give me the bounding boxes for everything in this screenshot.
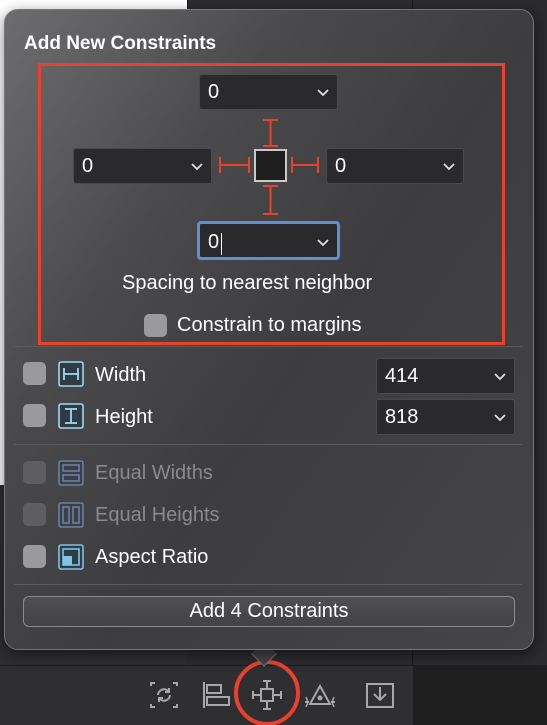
equal-heights-icon bbox=[58, 502, 84, 528]
equal-widths-icon bbox=[58, 460, 84, 486]
equal-widths-label: Equal Widths bbox=[95, 462, 213, 484]
top-spacing-value: 0 bbox=[208, 81, 220, 103]
leading-strut-icon[interactable] bbox=[218, 156, 251, 174]
equal-widths-checkbox[interactable] bbox=[23, 461, 46, 484]
bottom-spacing-value: 0 bbox=[208, 231, 220, 253]
constrain-margins-checkbox[interactable] bbox=[144, 314, 167, 337]
aspect-ratio-checkbox[interactable] bbox=[23, 545, 46, 568]
height-checkbox[interactable] bbox=[23, 404, 46, 427]
view-placeholder bbox=[254, 149, 287, 182]
embed-in-icon[interactable] bbox=[364, 680, 396, 710]
section-separator bbox=[14, 584, 522, 585]
section-separator bbox=[14, 444, 522, 445]
text-cursor bbox=[221, 233, 222, 255]
trailing-spacing-combo[interactable]: 0 bbox=[326, 148, 464, 184]
aspect-ratio-label: Aspect Ratio bbox=[95, 546, 209, 568]
width-constraint-icon bbox=[58, 361, 84, 387]
height-value-combo[interactable]: 818 bbox=[376, 399, 515, 435]
add-constraints-button[interactable]: Add 4 Constraints bbox=[23, 596, 515, 627]
equal-heights-label: Equal Heights bbox=[95, 504, 220, 526]
chevron-down-icon bbox=[191, 163, 203, 171]
trailing-strut-icon[interactable] bbox=[290, 156, 320, 174]
width-value: 414 bbox=[385, 365, 419, 387]
top-spacing-combo[interactable]: 0 bbox=[199, 74, 338, 110]
toolbar-right-region bbox=[413, 665, 547, 725]
section-separator bbox=[14, 346, 522, 347]
bottom-strut-icon[interactable] bbox=[262, 184, 279, 216]
width-checkbox[interactable] bbox=[23, 362, 46, 385]
leading-spacing-value: 0 bbox=[82, 155, 94, 177]
chevron-down-icon bbox=[317, 89, 329, 97]
resolve-issues-icon[interactable] bbox=[304, 680, 336, 710]
add-constraints-highlight bbox=[234, 660, 300, 725]
constrain-margins-label: Constrain to margins bbox=[177, 314, 362, 336]
top-strut-icon[interactable] bbox=[262, 118, 279, 148]
trailing-spacing-value: 0 bbox=[335, 155, 347, 177]
leading-spacing-combo[interactable]: 0 bbox=[73, 148, 212, 184]
equal-heights-checkbox[interactable] bbox=[23, 503, 46, 526]
height-constraint-icon bbox=[58, 403, 84, 429]
bottom-spacing-combo[interactable]: 0 bbox=[197, 221, 340, 260]
width-value-combo[interactable]: 414 bbox=[376, 358, 515, 394]
align-icon[interactable] bbox=[201, 680, 233, 710]
width-label: Width bbox=[95, 364, 147, 386]
spacing-caption: Spacing to nearest neighbor bbox=[122, 272, 373, 294]
chevron-down-icon bbox=[494, 414, 506, 422]
update-frames-icon[interactable] bbox=[148, 680, 180, 710]
aspect-ratio-icon bbox=[58, 544, 84, 570]
popover-title: Add New Constraints bbox=[24, 33, 217, 54]
height-label: Height bbox=[95, 406, 153, 428]
xcode-editor: Add New Constraints 0 0 0 0 Spacing to n… bbox=[0, 0, 547, 725]
chevron-down-icon bbox=[443, 163, 455, 171]
chevron-down-icon bbox=[494, 373, 506, 381]
chevron-down-icon bbox=[317, 239, 329, 247]
height-value: 818 bbox=[385, 406, 419, 428]
